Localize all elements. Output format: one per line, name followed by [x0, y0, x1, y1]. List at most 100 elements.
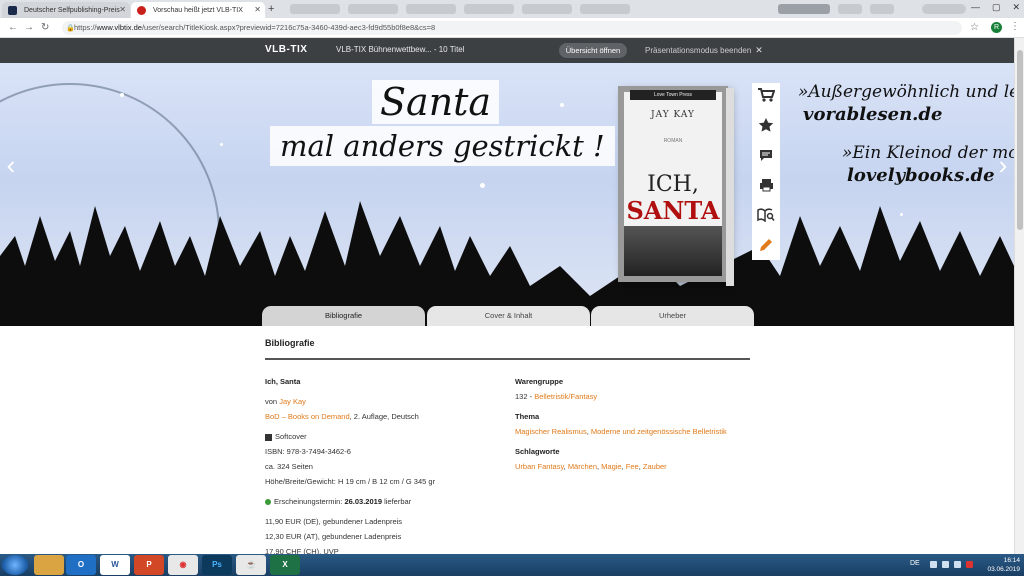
review-source-2: lovelybooks.de — [847, 165, 995, 186]
blurred-tab[interactable] — [464, 4, 514, 14]
star-icon[interactable] — [756, 115, 776, 135]
blurred-tab[interactable] — [406, 4, 456, 14]
blurred-bookmark[interactable] — [870, 4, 894, 14]
warengruppe-label: Warengruppe — [515, 377, 564, 386]
end-presentation-label: Präsentationsmodus beenden — [645, 46, 752, 55]
open-overview-button[interactable]: Übersicht öffnen — [559, 43, 627, 58]
action-sidebar — [752, 83, 780, 260]
address-bar-row: ← → ↻ 🔒 https://www.vlbtix.de/user/searc… — [0, 18, 1024, 38]
reload-icon[interactable]: ↻ — [41, 22, 49, 33]
book-search-icon[interactable] — [756, 205, 776, 225]
snowflake — [900, 213, 903, 216]
thema-link-1[interactable]: Magischer Realismus — [515, 427, 587, 436]
keyword-link[interactable]: Magie — [601, 462, 621, 471]
softcover-icon — [265, 433, 272, 441]
blurred-tab[interactable] — [580, 4, 630, 14]
back-icon[interactable]: ← — [8, 22, 18, 33]
word-taskbar-icon[interactable]: W — [100, 555, 130, 575]
blurred-bookmark[interactable] — [838, 4, 862, 14]
start-button[interactable] — [2, 555, 28, 575]
release-date: 26.03.2019 — [344, 497, 382, 506]
new-tab-icon[interactable]: + — [268, 3, 274, 15]
browser-tabbar: Deutscher Selfpublishing-Preis ✕ Vorscha… — [0, 0, 1024, 18]
url-field[interactable]: 🔒 https://www.vlbtix.de/user/search/Titl… — [62, 21, 962, 35]
tray-network-icon[interactable] — [942, 561, 949, 568]
close-tab-icon[interactable]: ✕ — [254, 5, 261, 14]
previous-arrow-icon[interactable]: ‹ — [0, 145, 22, 185]
system-clock[interactable]: 16:14 03.06.2019 — [987, 556, 1020, 574]
thema-link-2[interactable]: Moderne und zeitgenössische Belletristik — [591, 427, 727, 436]
close-tab-icon[interactable]: ✕ — [119, 5, 126, 14]
keyword-link[interactable]: Märchen — [568, 462, 597, 471]
tray-alert-icon[interactable] — [966, 561, 973, 568]
by-label: von — [265, 397, 278, 406]
keyword-link[interactable]: Zauber — [643, 462, 667, 471]
pencil-icon[interactable] — [756, 235, 776, 255]
print-icon[interactable] — [756, 175, 776, 195]
author-link[interactable]: Jay Kay — [279, 397, 306, 406]
chrome-taskbar-icon[interactable]: ◉ — [168, 555, 198, 575]
available-status-icon — [265, 499, 271, 506]
page-scrollbar[interactable] — [1014, 38, 1024, 554]
price-at: 12,30 EUR (AT), gebundener Ladenpreis — [265, 532, 402, 541]
java-taskbar-icon[interactable]: ☕ — [236, 555, 266, 575]
cart-icon[interactable] — [756, 85, 776, 105]
warengruppe-link[interactable]: Belletristik/Fantasy — [534, 392, 597, 401]
close-window-icon[interactable]: ✕ — [1012, 2, 1020, 13]
blurred-tab[interactable] — [522, 4, 572, 14]
tab-bibliografie[interactable]: Bibliografie — [262, 306, 425, 326]
keyword-link[interactable]: Fee — [626, 462, 639, 471]
scrollbar-thumb[interactable] — [1017, 50, 1023, 230]
publisher-line: BoD – Books on Demand, 2. Auflage, Deuts… — [265, 409, 505, 424]
comment-icon[interactable] — [756, 145, 776, 165]
publisher-link[interactable]: BoD – Books on Demand — [265, 412, 350, 421]
profile-avatar[interactable]: R — [991, 22, 1002, 33]
tray-flag-icon[interactable] — [930, 561, 937, 568]
forward-icon[interactable]: → — [24, 22, 34, 33]
tab-cover-inhalt[interactable]: Cover & Inhalt — [427, 306, 590, 326]
release-label: Erscheinungstermin: — [274, 497, 345, 506]
tab-urheber[interactable]: Urheber — [591, 306, 754, 326]
excel-taskbar-icon[interactable]: X — [270, 555, 300, 575]
book-author: JAY KAY — [651, 110, 695, 120]
tab-title: Vorschau heißt jetzt VLB-TIX — [153, 6, 243, 14]
page-count: ca. 324 Seiten — [265, 462, 313, 471]
browser-tab-vlbtix[interactable]: Vorschau heißt jetzt VLB-TIX ✕ — [131, 2, 265, 18]
book-cover[interactable]: Love Town Press JAY KAY ROMAN ICH, SANTA — [618, 86, 734, 286]
isbn: ISBN: 978-3-7494-3462-6 — [265, 447, 351, 456]
book-title-line2: SANTA — [626, 196, 720, 225]
maximize-icon[interactable]: ▢ — [992, 2, 1001, 13]
blurred-tab[interactable] — [348, 4, 398, 14]
clock-time: 16:14 — [1003, 557, 1020, 564]
section-title: Bibliografie — [265, 338, 315, 348]
book-cover-forest — [624, 226, 722, 276]
thema-label: Thema — [515, 412, 540, 421]
keyword-link[interactable]: Urban Fantasy — [515, 462, 564, 471]
review-source-1: vorablesen.de — [803, 104, 943, 125]
format-text: Softcover — [275, 432, 307, 441]
release-status: lieferbar — [382, 497, 412, 506]
minimize-icon[interactable]: — — [971, 2, 980, 13]
url-path: /user/search/TitleKiosk.aspx?previewid=7… — [141, 23, 436, 32]
vlb-logo: VLB-TIX — [265, 44, 308, 55]
blurred-profile[interactable] — [922, 4, 966, 14]
photoshop-taskbar-icon[interactable]: Ps — [202, 555, 232, 575]
review-quote-2: »Ein Kleinod der mod — [842, 143, 1014, 163]
browser-menu-icon[interactable]: ⋮ — [1010, 21, 1020, 32]
edition-text: , 2. Auflage, Deutsch — [349, 412, 419, 421]
blurred-tab[interactable] — [290, 4, 340, 14]
explorer-taskbar-icon[interactable] — [34, 555, 64, 575]
vlb-header: VLB-TIX VLB-TIX Bühnenwettbew... - 10 Ti… — [0, 38, 1014, 63]
forest-silhouette — [0, 201, 1014, 326]
author-line: von Jay Kay — [265, 394, 505, 409]
bookmark-star-icon[interactable]: ☆ — [970, 22, 979, 33]
close-icon: ✕ — [755, 45, 763, 55]
end-presentation-button[interactable]: Präsentationsmodus beenden ✕ — [645, 45, 763, 56]
powerpoint-taskbar-icon[interactable]: P — [134, 555, 164, 575]
next-arrow-icon[interactable]: › — [992, 145, 1014, 185]
language-indicator[interactable]: DE — [910, 560, 920, 567]
browser-tab-selfpublishing[interactable]: Deutscher Selfpublishing-Preis ✕ — [2, 2, 130, 18]
tray-volume-icon[interactable] — [954, 561, 961, 568]
outlook-taskbar-icon[interactable]: O — [66, 555, 96, 575]
blurred-bookmark[interactable] — [778, 4, 830, 14]
